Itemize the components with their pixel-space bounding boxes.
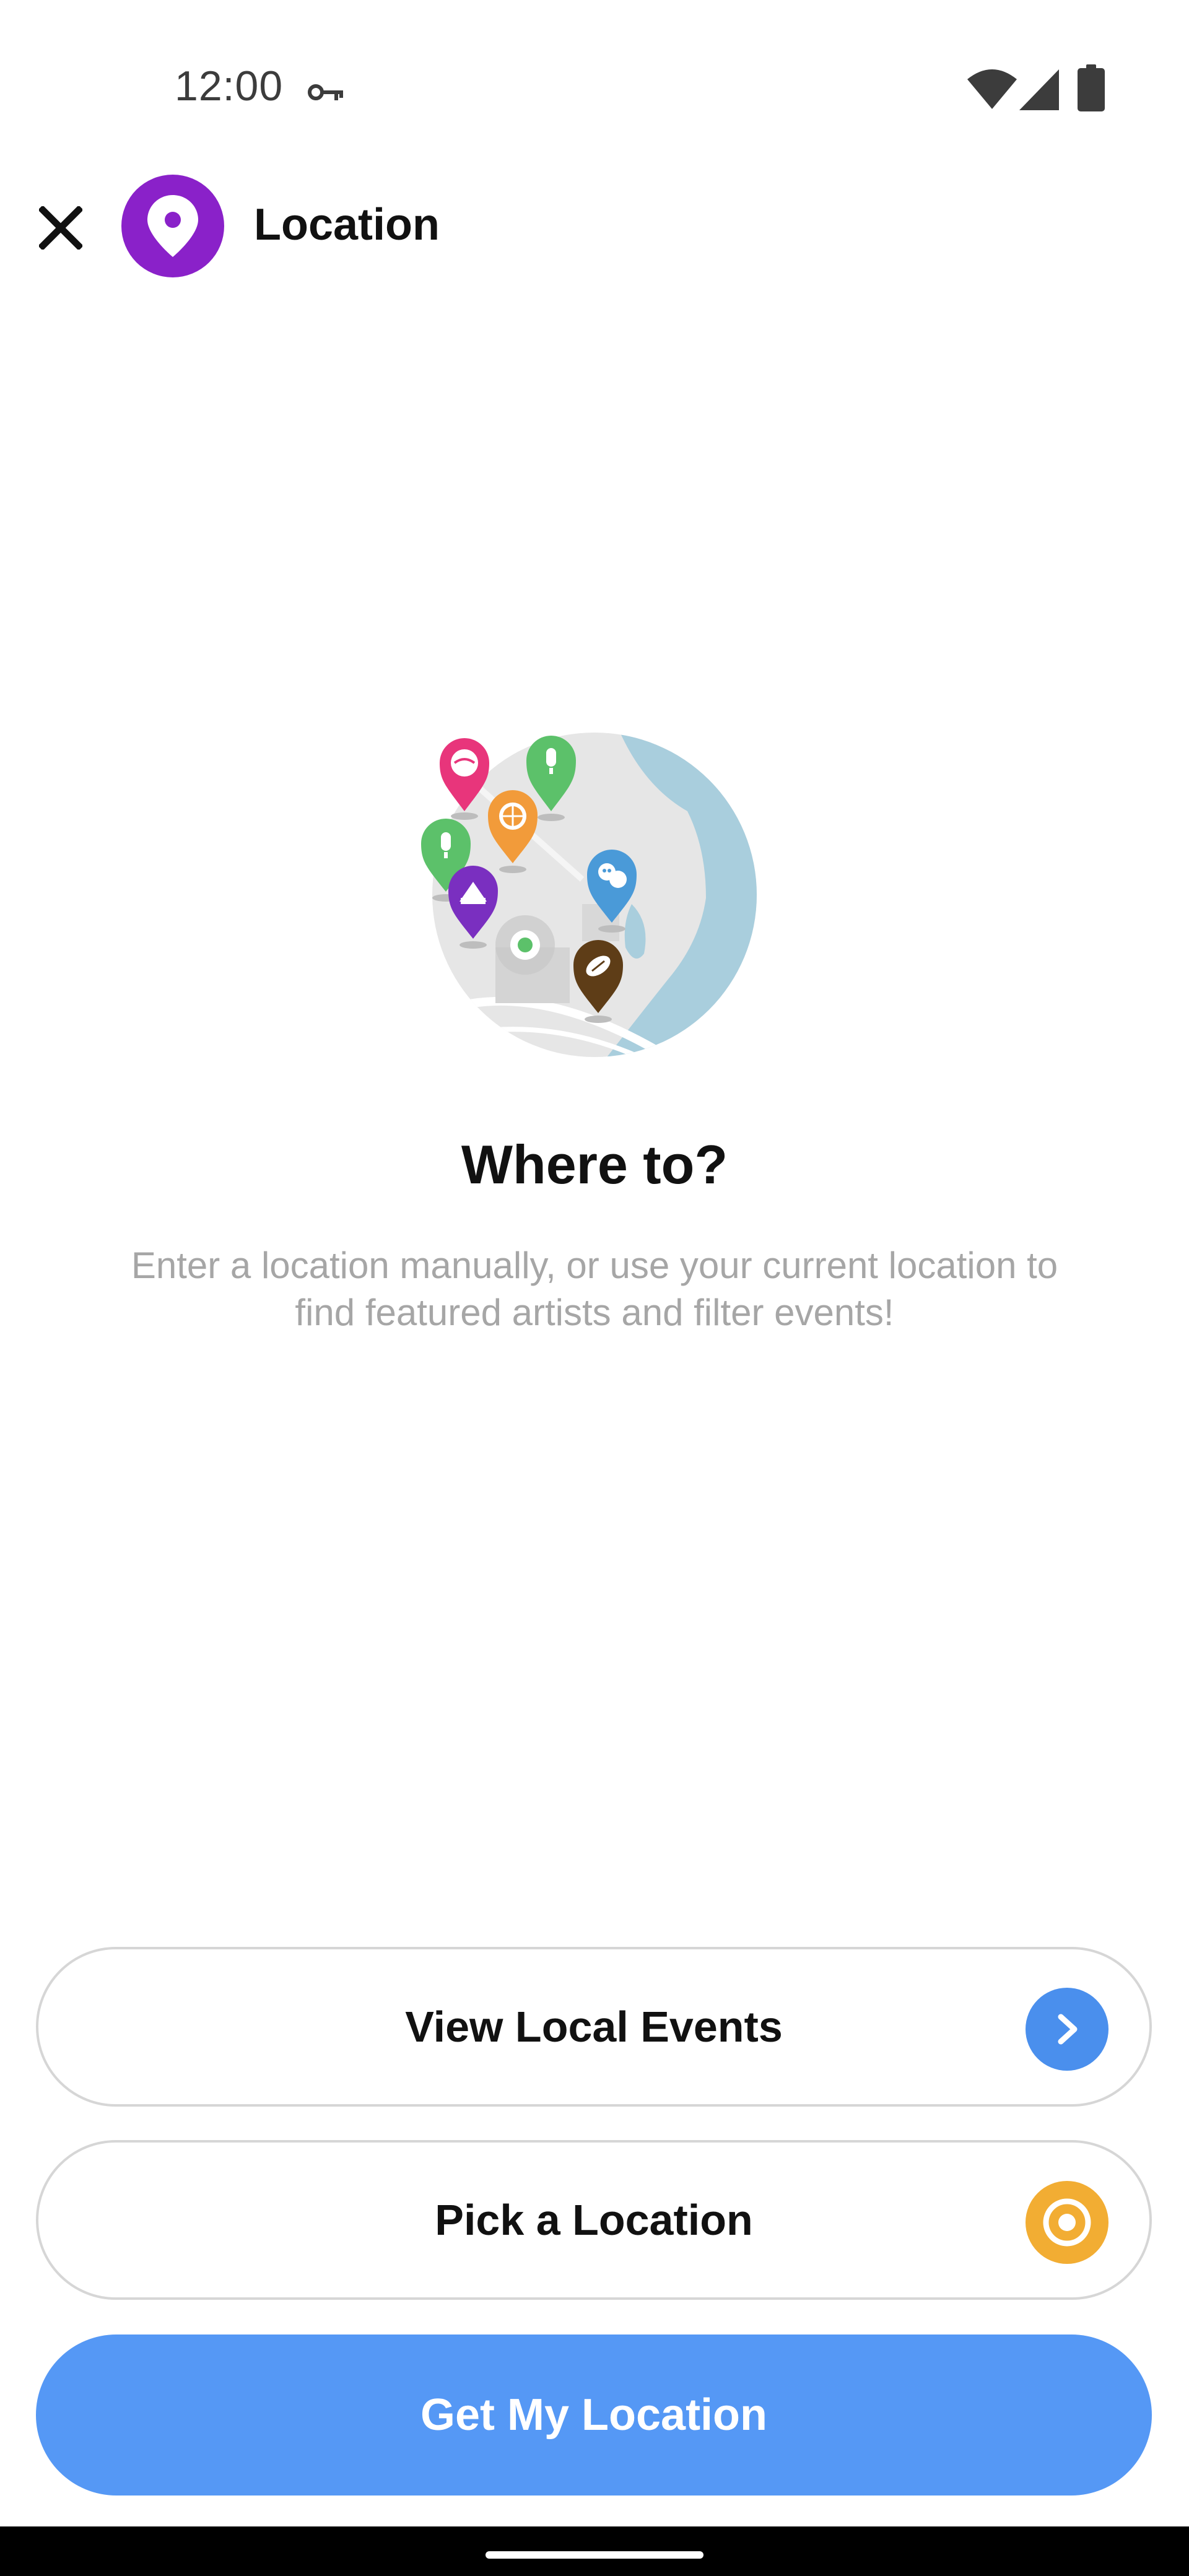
map-pins-illustration [421,733,757,1057]
battery-icon [1078,64,1105,111]
pick-location-button[interactable]: Pick a Location [36,2140,1152,2300]
get-my-location-label: Get My Location [420,2390,768,2440]
location-pin-icon [147,195,198,257]
chevron-right-icon [1026,1988,1108,2071]
target-icon [1026,2181,1108,2264]
app-bar: Location [0,167,1189,285]
signal-icon [1019,69,1059,110]
close-button[interactable] [32,199,89,256]
pick-location-label: Pick a Location [435,2196,753,2244]
status-bar: 12:00 [0,0,1189,180]
home-indicator[interactable] [486,2551,703,2559]
headline: Where to? [461,1134,728,1195]
description: Enter a location manually, or use your c… [131,1245,1058,1333]
location-avatar [121,175,224,277]
view-local-events-button[interactable]: View Local Events [36,1947,1152,2107]
location-screen: 12:00 Location Where to? Enter a locatio… [0,0,1189,2576]
get-my-location-button[interactable]: Get My Location [36,2334,1152,2496]
close-icon [39,206,82,250]
key-icon [308,84,343,100]
view-local-events-label: View Local Events [405,2003,783,2051]
wifi-icon [967,69,1017,109]
status-time: 12:00 [175,63,284,110]
page-title: Location [254,200,440,250]
navigation-bar [0,2526,1189,2576]
